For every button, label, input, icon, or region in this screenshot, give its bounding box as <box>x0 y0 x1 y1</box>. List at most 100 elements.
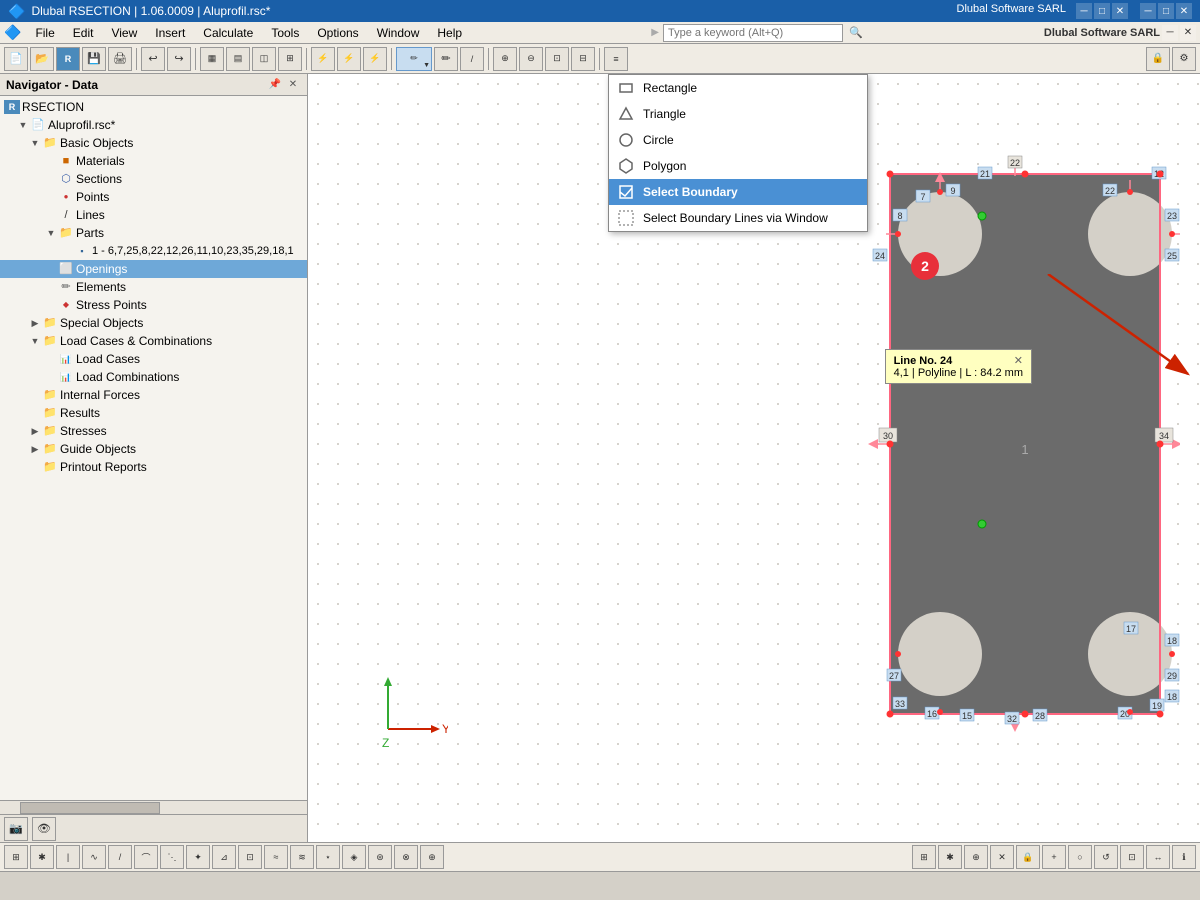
tb-print[interactable]: 🖨 <box>108 47 132 71</box>
tree-file[interactable]: ▼ 📄 Aluprofil.rsc* <box>0 116 307 134</box>
btb-btn7[interactable]: ⋱ <box>160 845 184 869</box>
status-rotate-btn[interactable]: ↺ <box>1094 845 1118 869</box>
tree-basic-objects[interactable]: ▼ 📁 Basic Objects <box>0 134 307 152</box>
tree-elements[interactable]: ✏ Elements <box>0 278 307 296</box>
close-btn[interactable]: ✕ <box>1176 3 1192 19</box>
tree-stress-points[interactable]: ◆ Stress Points <box>0 296 307 314</box>
tree-parts[interactable]: ▼ 📁 Parts <box>0 224 307 242</box>
dropdown-triangle[interactable]: Triangle <box>609 101 867 127</box>
btb-btn1[interactable]: ⊞ <box>4 845 28 869</box>
menu-help[interactable]: Help <box>429 24 470 42</box>
tb-view2[interactable]: ⊖ <box>519 47 543 71</box>
status-meas-btn[interactable]: ⊡ <box>1120 845 1144 869</box>
status-lock-btn[interactable]: 🔒 <box>1016 845 1040 869</box>
menu-window[interactable]: Window <box>369 24 428 42</box>
tree-lines[interactable]: / Lines <box>0 206 307 224</box>
btb-btn17[interactable]: ⊕ <box>420 845 444 869</box>
tb-select[interactable]: ▦ <box>200 47 224 71</box>
tb-select4[interactable]: ⊞ <box>278 47 302 71</box>
max-btn[interactable]: □ <box>1158 3 1174 19</box>
app-max-btn[interactable]: □ <box>1094 3 1110 19</box>
title-bar-controls[interactable]: Dlubal Software SARL ─ □ ✕ ─ □ ✕ <box>957 3 1192 19</box>
dropdown-rectangle[interactable]: Rectangle <box>609 75 867 101</box>
status-move-btn[interactable]: ↔ <box>1146 845 1170 869</box>
tree-openings[interactable]: ⬜ Openings <box>0 260 307 278</box>
btb-btn6[interactable]: ⌒ <box>134 845 158 869</box>
tb-view3[interactable]: ⊡ <box>545 47 569 71</box>
menu-insert[interactable]: Insert <box>147 24 193 42</box>
nav-scrollbar[interactable] <box>0 800 307 814</box>
dropdown-circle[interactable]: Circle <box>609 127 867 153</box>
dropdown-select-boundary-lines[interactable]: Select Boundary Lines via Window <box>609 205 867 231</box>
dropdown-select-boundary[interactable]: Select Boundary <box>609 179 867 205</box>
status-snap-btn[interactable]: ✱ <box>938 845 962 869</box>
status-minus-btn[interactable]: ○ <box>1068 845 1092 869</box>
status-info-btn[interactable]: ℹ <box>1172 845 1196 869</box>
status-x-btn[interactable]: ✕ <box>990 845 1014 869</box>
menu-calculate[interactable]: Calculate <box>195 24 261 42</box>
status-coord-btn[interactable]: ⊕ <box>964 845 988 869</box>
btb-btn5[interactable]: / <box>108 845 132 869</box>
btb-btn14[interactable]: ◈ <box>342 845 366 869</box>
btb-btn8[interactable]: ✦ <box>186 845 210 869</box>
tree-results[interactable]: 📁 Results <box>0 404 307 422</box>
nav-camera-btn[interactable]: 📷 <box>4 817 28 841</box>
tb-rsection[interactable]: R <box>56 47 80 71</box>
tb-calc3[interactable]: ⚡ <box>363 47 387 71</box>
btb-btn16[interactable]: ⊗ <box>394 845 418 869</box>
btb-btn4[interactable]: ∿ <box>82 845 106 869</box>
tree-parts-item[interactable]: ▪ 1 - 6,7,25,8,22,12,26,11,10,23,35,29,1… <box>0 242 307 260</box>
btb-btn11[interactable]: ≈ <box>264 845 288 869</box>
tree-internal-forces[interactable]: 📁 Internal Forces <box>0 386 307 404</box>
menu-view[interactable]: View <box>103 24 145 42</box>
menu-options[interactable]: Options <box>309 24 366 42</box>
tree-lco[interactable]: 📊 Load Combinations <box>0 368 307 386</box>
btb-btn13[interactable]: ⋆ <box>316 845 340 869</box>
ribbon-min-btn[interactable]: ─ <box>1162 25 1178 41</box>
nav-pin-btn[interactable]: 📌 <box>267 77 283 93</box>
tree-guide[interactable]: ▶ 📁 Guide Objects <box>0 440 307 458</box>
tb-open[interactable]: 📂 <box>30 47 54 71</box>
canvas-bg[interactable]: Rectangle Triangle Circle <box>308 74 1200 842</box>
btb-btn2[interactable]: ✱ <box>30 845 54 869</box>
btb-btn15[interactable]: ⊛ <box>368 845 392 869</box>
btb-btn9[interactable]: ⊿ <box>212 845 236 869</box>
tree-loadcases[interactable]: ▼ 📁 Load Cases & Combinations <box>0 332 307 350</box>
scroll-thumb[interactable] <box>20 802 160 814</box>
tree-points[interactable]: ● Points <box>0 188 307 206</box>
search-input[interactable] <box>663 24 843 42</box>
menu-edit[interactable]: Edit <box>65 24 102 42</box>
app-min-btn[interactable]: ─ <box>1076 3 1092 19</box>
tb-draw-tool[interactable]: ✏▼ <box>396 47 432 71</box>
tree-special[interactable]: ▶ 📁 Special Objects <box>0 314 307 332</box>
tree-printout[interactable]: 📁 Printout Reports <box>0 458 307 476</box>
tb-save[interactable]: 💾 <box>82 47 106 71</box>
min-btn[interactable]: ─ <box>1140 3 1156 19</box>
status-grid-btn[interactable]: ⊞ <box>912 845 936 869</box>
tree-lc[interactable]: 📊 Load Cases <box>0 350 307 368</box>
tb-calc1[interactable]: ⚡ <box>311 47 335 71</box>
tb-undo[interactable]: ↩ <box>141 47 165 71</box>
tooltip-close[interactable]: ✕ <box>1014 354 1023 367</box>
tb-extra1[interactable]: ≡ <box>604 47 628 71</box>
nav-eye-btn[interactable]: 👁 <box>32 817 56 841</box>
tree-materials[interactable]: ■ Materials <box>0 152 307 170</box>
tb-lock[interactable]: 🔒 <box>1146 47 1170 71</box>
dropdown-polygon[interactable]: Polygon <box>609 153 867 179</box>
tree-root[interactable]: R RSECTION <box>0 98 307 116</box>
btb-btn12[interactable]: ≋ <box>290 845 314 869</box>
ribbon-close-btn[interactable]: ✕ <box>1180 25 1196 41</box>
tree-stresses[interactable]: ▶ 📁 Stresses <box>0 422 307 440</box>
status-plus-btn[interactable]: + <box>1042 845 1066 869</box>
tb-pencil[interactable]: ✏ <box>434 47 458 71</box>
tb-view4[interactable]: ⊟ <box>571 47 595 71</box>
tb-new[interactable]: 📄 <box>4 47 28 71</box>
menu-file[interactable]: File <box>27 24 62 42</box>
tb-line[interactable]: / <box>460 47 484 71</box>
tb-select2[interactable]: ▤ <box>226 47 250 71</box>
tb-redo[interactable]: ↪ <box>167 47 191 71</box>
btb-btn3[interactable]: | <box>56 845 80 869</box>
nav-close-btn[interactable]: ✕ <box>285 77 301 93</box>
tb-settings[interactable]: ⚙ <box>1172 47 1196 71</box>
app-close-btn[interactable]: ✕ <box>1112 3 1128 19</box>
